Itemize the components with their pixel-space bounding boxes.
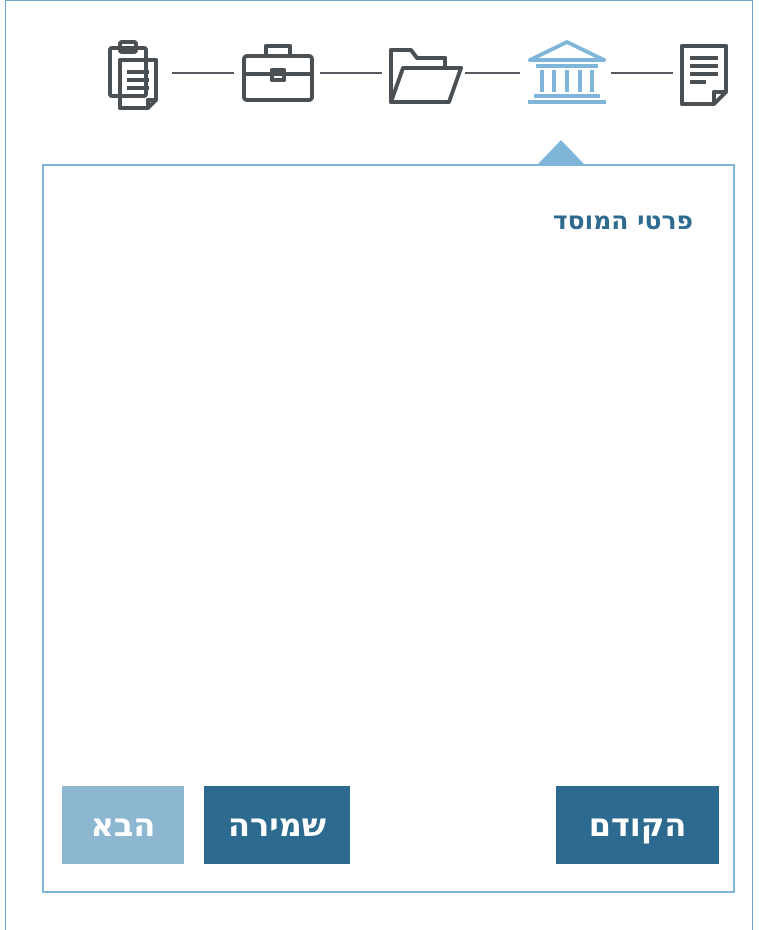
briefcase-icon xyxy=(242,44,314,102)
step-connector xyxy=(320,72,382,74)
step-folder[interactable] xyxy=(385,34,463,114)
folder-icon xyxy=(389,48,463,104)
step-connector xyxy=(465,72,520,74)
active-step-pointer xyxy=(537,140,585,165)
institution-icon xyxy=(528,40,606,104)
step-briefcase[interactable] xyxy=(238,34,314,114)
panel-title: פרטי המוסד xyxy=(552,206,693,235)
next-button[interactable]: הבא xyxy=(62,786,184,864)
institution-details-panel: פרטי המוסד הקודם שמירה הבא xyxy=(42,164,735,893)
step-connector xyxy=(172,72,234,74)
save-button[interactable]: שמירה xyxy=(204,786,350,864)
step-document[interactable] xyxy=(676,34,746,114)
step-connector xyxy=(611,72,673,74)
step-clipboard[interactable] xyxy=(104,34,174,114)
step-institution[interactable] xyxy=(522,34,612,114)
progress-stepper xyxy=(0,0,759,140)
document-icon xyxy=(680,44,728,106)
clipboard-icon xyxy=(108,40,158,110)
previous-button[interactable]: הקודם xyxy=(556,786,719,864)
